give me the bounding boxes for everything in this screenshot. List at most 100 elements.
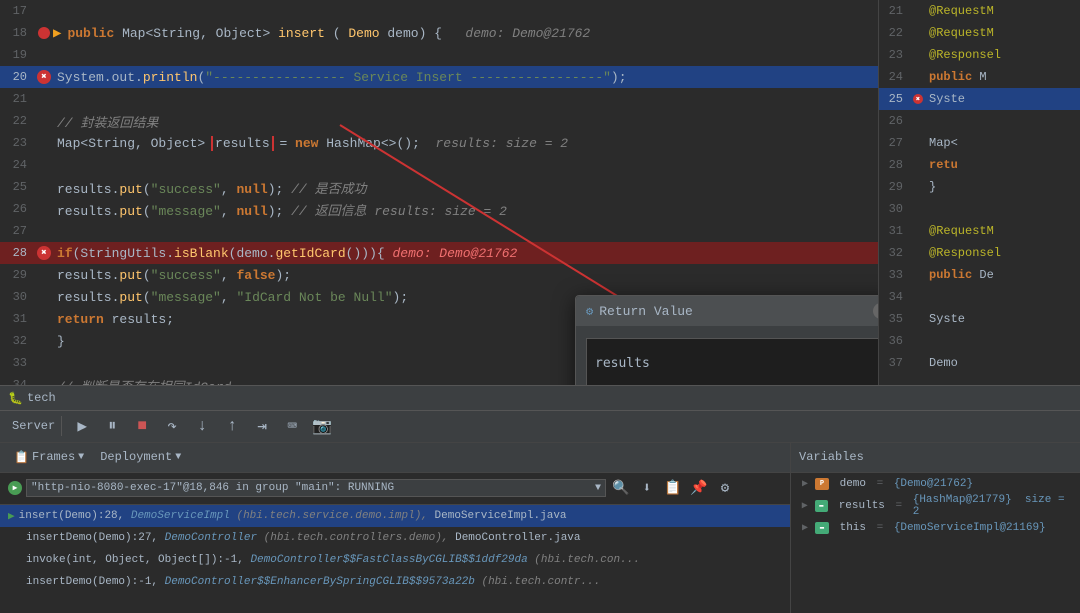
right-line-23: 23 @Responsel [879, 44, 1080, 66]
right-line-37: 37 Demo [879, 352, 1080, 374]
thread-selector[interactable]: "http-nio-8080-exec-17"@18,846 in group … [26, 479, 606, 497]
right-line-30: 30 [879, 198, 1080, 220]
toolbar-pause-btn[interactable]: ⏸ [98, 413, 126, 439]
code-line-24: 24 [0, 154, 878, 176]
code-line-28: 28 ✖ if(StringUtils.isBlank(demo.getIdCa… [0, 242, 878, 264]
right-line-22: 22 @RequestM [879, 22, 1080, 44]
dialog-title-bar: ⚙ Return Value × [576, 296, 878, 326]
toolbar-run-cursor-btn[interactable]: ⇥ [248, 413, 276, 439]
stack-frame-4[interactable]: insertDemo(Demo):-1, DemoController$$Enh… [0, 571, 790, 593]
frames-tab[interactable]: 📋 Frames ▼ [8, 448, 90, 467]
thread-pin-btn[interactable]: 📌 [688, 477, 710, 499]
toolbar-step-into-btn[interactable]: ↓ [188, 413, 216, 439]
breakpoint-18 [35, 27, 53, 39]
right-line-34: 34 [879, 286, 1080, 308]
right-line-33: 33 public De [879, 264, 1080, 286]
stack-frames-panel: ▶ insert(Demo):28, DemoServiceImpl (hbi.… [0, 505, 790, 593]
var-results[interactable]: ▶ ▬ results = {HashMap@21779} size = 2 [791, 495, 1080, 517]
stack-frame-1[interactable]: ▶ insert(Demo):28, DemoServiceImpl (hbi.… [0, 505, 790, 527]
code-line-21: 21 [0, 88, 878, 110]
right-minimap-panel: 21 @RequestM 22 @RequestM 23 @Responsel … [878, 0, 1080, 385]
frames-label: Frames [32, 450, 75, 464]
results-highlight: results [213, 136, 272, 151]
deployment-label: Deployment [100, 450, 172, 464]
right-line-26: 26 [879, 110, 1080, 132]
code-line-20: 20 ✖ System.out.println("---------------… [0, 66, 878, 88]
thread-bar: ▶ "http-nio-8080-exec-17"@18,846 in grou… [0, 473, 790, 505]
toolbar-run-btn[interactable]: ▶ [68, 413, 96, 439]
debug-toolbar: Server ▶ ⏸ ■ ↷ ↓ ↑ ⇥ ⌨ 📷 [0, 411, 1080, 442]
code-line-17: 17 [0, 0, 878, 22]
code-line-26: 26 results.put("message", null); // 返回信息… [0, 198, 878, 220]
right-line-29: 29 } [879, 176, 1080, 198]
right-line-32: 32 @Responsel [879, 242, 1080, 264]
toolbar-eval-btn[interactable]: ⌨ [278, 413, 306, 439]
stack-frame-2[interactable]: insertDemo(Demo):27, DemoController (hbi… [0, 527, 790, 549]
thread-play-icon: ▶ [8, 481, 22, 495]
code-line-22: 22 // 封装返回结果 [0, 110, 878, 132]
toolbar-separator [61, 416, 62, 436]
main-editor-area: 17 18 ▶ public Map<String, Object> inser… [0, 0, 1080, 385]
right-line-35: 35 Syste [879, 308, 1080, 330]
frames-deployment-bar: 📋 Frames ▼ Deployment ▼ [0, 443, 790, 473]
debug-tab-bar: 🐛 tech [0, 385, 1080, 411]
frames-icon: 📋 [14, 450, 29, 465]
var-demo-icon: P [815, 478, 829, 490]
right-line-24: 24 public M [879, 66, 1080, 88]
right-line-27: 27 Map< [879, 132, 1080, 154]
toolbar-screenshot-btn[interactable]: 📷 [308, 413, 336, 439]
dialog-title: ⚙ Return Value [586, 304, 693, 319]
code-line-27: 27 [0, 220, 878, 242]
thread-copy-btn[interactable]: 📋 [662, 477, 684, 499]
var-demo[interactable]: ▶ P demo = {Demo@21762} [791, 473, 1080, 495]
thread-dropdown-arrow: ▼ [595, 483, 601, 494]
code-line-25: 25 results.put("success", null); // 是否成功 [0, 176, 878, 198]
var-results-value: {HashMap@21779} size = 2 [913, 494, 1072, 518]
toolbar-step-over-btn[interactable]: ↷ [158, 413, 186, 439]
code-panel: 17 18 ▶ public Map<String, Object> inser… [0, 0, 878, 385]
thread-settings-btn[interactable]: ⚙ [714, 477, 736, 499]
right-line-25: 25 ✖ Syste [879, 88, 1080, 110]
stack-frame-3[interactable]: invoke(int, Object, Object[]):-1, DemoCo… [0, 549, 790, 571]
var-demo-value: {Demo@21762} [894, 478, 973, 490]
var-demo-name: demo [833, 478, 866, 490]
var-demo-expand[interactable]: ▶ [799, 478, 811, 490]
server-label: Server [12, 419, 55, 433]
debug-icon: 🐛 [8, 391, 23, 406]
variables-title: Variables [799, 450, 864, 464]
bottom-left-panel: 📋 Frames ▼ Deployment ▼ ▶ "http-nio-8080… [0, 443, 790, 613]
var-this-name: this [833, 522, 866, 534]
var-this-value: {DemoServiceImpl@21169} [894, 522, 1046, 534]
thread-filter-btn[interactable]: 🔍 [610, 477, 632, 499]
dialog-close-button[interactable]: × [873, 303, 878, 319]
bottom-container: 📋 Frames ▼ Deployment ▼ ▶ "http-nio-8080… [0, 443, 1080, 613]
bottom-right-panel: Variables ▶ P demo = {Demo@21762} ▶ ▬ re… [790, 443, 1080, 613]
var-results-expand[interactable]: ▶ [799, 500, 811, 512]
warning-28: ✖ [35, 246, 53, 260]
var-this-expand[interactable]: ▶ [799, 522, 811, 534]
debug-tab-label: tech [27, 391, 56, 405]
right-line-31: 31 @RequestM [879, 220, 1080, 242]
dialog-body [576, 326, 878, 385]
thread-export-btn[interactable]: ⬇ [636, 477, 658, 499]
right-line-36: 36 [879, 330, 1080, 352]
return-value-input[interactable] [586, 338, 878, 385]
code-line-23: 23 Map<String, Object> results = new Has… [0, 132, 878, 154]
code-line-19: 19 [0, 44, 878, 66]
deployment-tab[interactable]: Deployment ▼ [94, 448, 187, 466]
var-this-icon: ▬ [815, 522, 829, 534]
variables-header: Variables [791, 443, 1080, 473]
deployment-arrow: ▼ [175, 452, 181, 463]
frames-arrow: ▼ [78, 452, 84, 463]
dialog-icon: ⚙ [586, 304, 593, 319]
thread-action-icons: 🔍 ⬇ 📋 📌 ⚙ [610, 477, 736, 499]
var-this[interactable]: ▶ ▬ this = {DemoServiceImpl@21169} [791, 517, 1080, 539]
code-line-18: 18 ▶ public Map<String, Object> insert (… [0, 22, 878, 44]
var-results-name: results [832, 500, 885, 512]
toolbar-step-out-btn[interactable]: ↑ [218, 413, 246, 439]
dialog-title-text: Return Value [599, 304, 693, 319]
toolbar-stop-btn[interactable]: ■ [128, 413, 156, 439]
debug-tab[interactable]: 🐛 tech [8, 391, 56, 406]
frame-1-run-icon: ▶ [8, 509, 15, 523]
code-line-29: 29 results.put("success", false); [0, 264, 878, 286]
